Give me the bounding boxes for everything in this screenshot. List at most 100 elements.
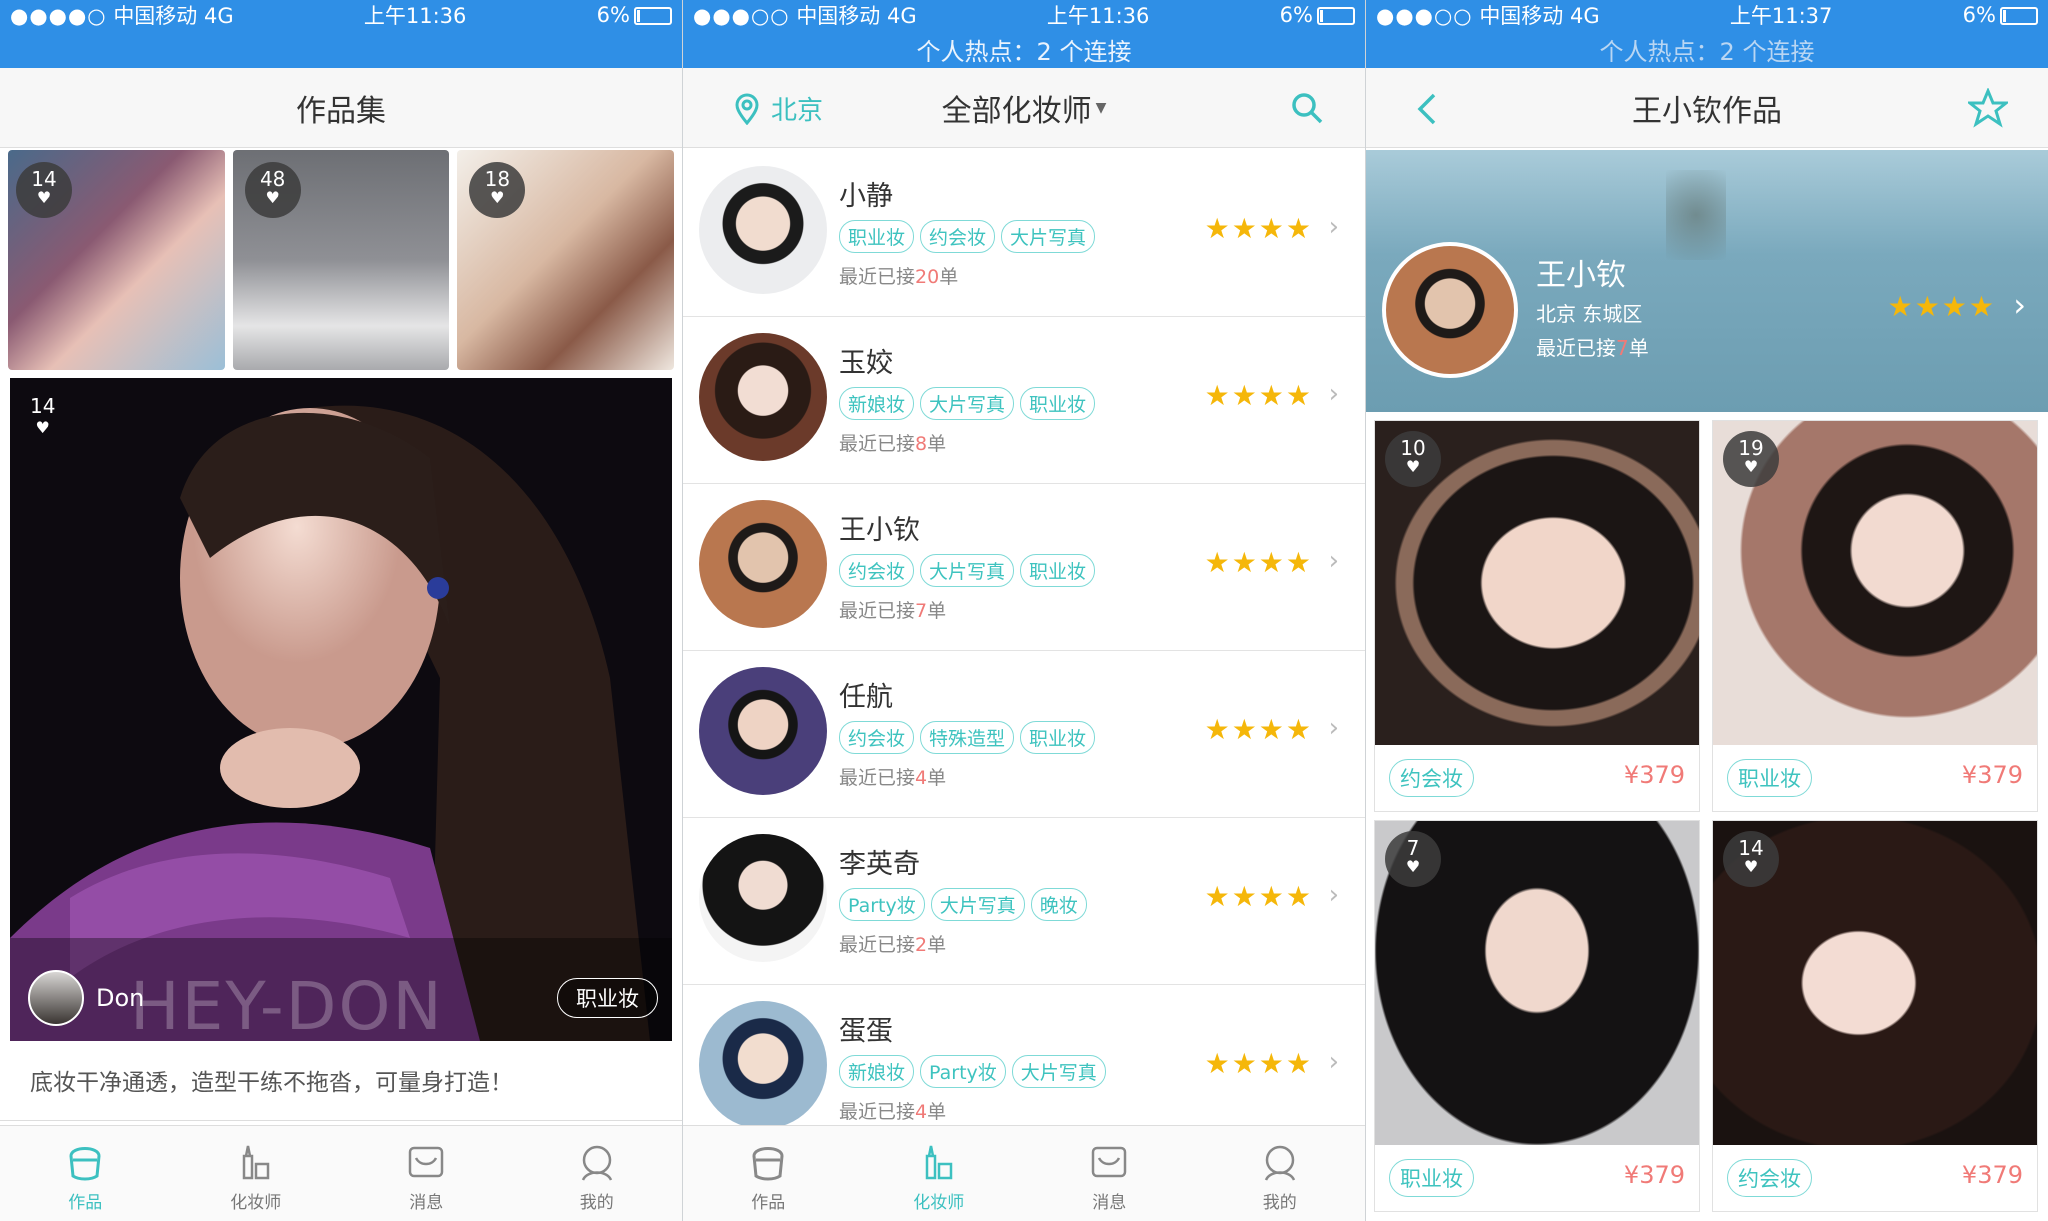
style-tag: 大片写真 — [930, 888, 1025, 921]
city-selector[interactable]: 北京 — [733, 90, 823, 127]
page-title: 作品集 — [296, 93, 386, 129]
work-thumbnail[interactable]: 14 ♥ — [8, 150, 225, 370]
page-title: 王小钦作品 — [1632, 93, 1782, 129]
rating-stars: ★★★★ — [1204, 212, 1313, 245]
tab-artists[interactable]: 化妆师 — [854, 1126, 1025, 1221]
style-tags: 新娘妆 Party妆 大片写真 — [839, 1055, 1106, 1088]
orders-suffix: 单 — [927, 1101, 947, 1123]
back-arrow-icon[interactable] — [1416, 92, 1438, 126]
featured-work-image[interactable]: 14 ♥ HEY-DON Don 职业妆 — [10, 378, 672, 1041]
featured-photo — [10, 378, 672, 1041]
battery-percent: 6% — [1962, 3, 1996, 27]
tab-works[interactable]: 作品 — [0, 1126, 171, 1221]
style-tag: 职业妆 — [839, 220, 915, 253]
orders-prefix: 最近已接 — [839, 1101, 916, 1123]
message-icon — [1092, 1146, 1127, 1178]
orders-suffix: 单 — [927, 767, 947, 789]
works-icon — [752, 1147, 784, 1181]
artist-row[interactable]: 王小钦 约会妆 大片写真 职业妆 最近已接7单 ★★★★ › — [683, 484, 1365, 651]
artist-filter-dropdown[interactable]: 全部化妆师 ▼ — [942, 86, 1107, 130]
style-tag: 晚妆 — [1030, 888, 1087, 921]
work-card[interactable]: 19 ♥ 职业妆 ¥379 — [1712, 420, 2038, 812]
chevron-right-icon: › — [1328, 212, 1339, 242]
likes-badge: 48 ♥ — [244, 162, 301, 218]
orders-count: 2 — [915, 934, 928, 956]
style-tag: 约会妆 — [920, 220, 996, 253]
rating-stars: ★★★★ — [1204, 379, 1313, 412]
orders-prefix: 最近已接 — [839, 266, 916, 288]
avatar — [699, 1001, 827, 1129]
work-card[interactable]: 14 ♥ 约会妆 ¥379 — [1712, 820, 2038, 1212]
price: ¥379 — [1961, 761, 2023, 789]
battery-percent: 6% — [1279, 3, 1313, 27]
status-bar: ●●●○○ 中国移动 4G 上午11:37 6% 个人热点：2 个连接 — [1366, 0, 2048, 68]
network-type: 4G — [204, 4, 234, 28]
network-type: 4G — [1570, 4, 1600, 28]
rating-stars: ★★★★ — [1204, 546, 1313, 579]
tab-messages[interactable]: 消息 — [1024, 1126, 1195, 1221]
favorite-star-icon[interactable] — [1968, 88, 2008, 128]
search-icon[interactable] — [1289, 90, 1325, 126]
artist-row[interactable]: 蛋蛋 新娘妆 Party妆 大片写真 最近已接4单 ★★★★ › — [683, 985, 1365, 1129]
artist-name: 王小钦 — [839, 515, 920, 546]
work-thumbnail[interactable]: 48 ♥ — [232, 150, 450, 370]
artist-name: 小静 — [839, 181, 893, 212]
avatar — [28, 970, 84, 1026]
recent-orders: 最近已接7单 — [839, 596, 946, 623]
style-tag: 约会妆 — [1389, 759, 1474, 797]
hotspot-banner: 个人热点：2 个连接 — [916, 38, 1132, 66]
artist-list: 小静 职业妆 约会妆 大片写真 最近已接20单 ★★★★ › 玉姣 新娘妆 大片写真职… — [683, 150, 1365, 1129]
tab-label: 我的 — [579, 1193, 614, 1213]
tab-messages[interactable]: 消息 — [341, 1126, 512, 1221]
signal-icon: ●●●○○ — [1376, 4, 1473, 28]
signal-icon: ●●●○○ — [693, 4, 790, 28]
work-thumbnail[interactable]: 18 ♥ — [457, 150, 675, 370]
style-tag: 职业妆 — [1020, 721, 1096, 754]
heart-icon: ♥ — [490, 188, 505, 207]
artists-screen: ●●●○○ 中国移动 4G 上午11:36 6% 个人热点：2 个连接 北京 全… — [683, 0, 1365, 1221]
author[interactable]: Don — [28, 970, 144, 1026]
tab-me[interactable]: 我的 — [1195, 1126, 1366, 1221]
tab-artists[interactable]: 化妆师 — [171, 1126, 342, 1221]
recent-orders: 最近已接4单 — [839, 763, 946, 790]
orders-suffix: 单 — [939, 266, 959, 288]
battery-icon — [634, 7, 672, 25]
nav-bar: 王小钦作品 — [1366, 68, 2048, 148]
tab-label: 化妆师 — [913, 1193, 965, 1213]
heart-icon: ♥ — [1405, 857, 1421, 876]
artist-row[interactable]: 玉姣 新娘妆 大片写真 职业妆 最近已接8单 ★★★★ › — [683, 317, 1365, 484]
tab-me[interactable]: 我的 — [512, 1126, 683, 1221]
avatar — [699, 166, 827, 294]
artist-row[interactable]: 任航 约会妆 特殊造型 职业妆 最近已接4单 ★★★★ › — [683, 651, 1365, 818]
rating-stars: ★★★★ — [1204, 713, 1313, 746]
orders-suffix: 单 — [927, 600, 947, 622]
battery-icon — [1317, 7, 1355, 25]
avatar — [699, 333, 827, 461]
work-card[interactable]: 10 ♥ 约会妆 ¥379 — [1374, 420, 1700, 812]
artist-row[interactable]: 李英奇 Party妆 大片写真 晚妆 最近已接2单 ★★★★ › — [683, 818, 1365, 985]
price: ¥379 — [1623, 1161, 1685, 1189]
likes-badge: 10 ♥ — [1385, 431, 1441, 487]
work-card[interactable]: 7 ♥ 职业妆 ¥379 — [1374, 820, 1700, 1212]
artist-row[interactable]: 小静 职业妆 约会妆 大片写真 最近已接20单 ★★★★ › — [683, 150, 1365, 317]
artist-profile-banner[interactable]: 王小钦 北京 东城区 最近已接7单 ★★★★ › — [1366, 150, 2048, 412]
profile-icon — [581, 1145, 612, 1181]
hotspot-banner: 个人热点：2 个连接 — [1599, 38, 1815, 66]
likes-count: 14 — [30, 394, 56, 418]
style-tag: 大片写真 — [920, 387, 1015, 420]
style-tag: 大片写真 — [1011, 1055, 1106, 1088]
orders-prefix: 最近已接 — [839, 433, 916, 455]
heart-icon: ♥ — [36, 188, 52, 207]
likes-badge: 19 ♥ — [1723, 431, 1779, 487]
tab-label: 我的 — [1262, 1193, 1297, 1213]
heart-icon: ♥ — [35, 418, 50, 437]
carrier: 中国移动 — [113, 4, 198, 28]
orders-count: 4 — [915, 1101, 928, 1123]
artist-works-screen: ●●●○○ 中国移动 4G 上午11:37 6% 个人热点：2 个连接 王小钦作… — [1366, 0, 2048, 1221]
chevron-right-icon: › — [1328, 546, 1339, 576]
style-tags: Party妆 大片写真 晚妆 — [839, 888, 1087, 921]
tab-works[interactable]: 作品 — [683, 1126, 854, 1221]
tab-label: 消息 — [1092, 1193, 1127, 1213]
style-tag: 大片写真 — [920, 554, 1015, 587]
avatar — [1382, 242, 1518, 378]
